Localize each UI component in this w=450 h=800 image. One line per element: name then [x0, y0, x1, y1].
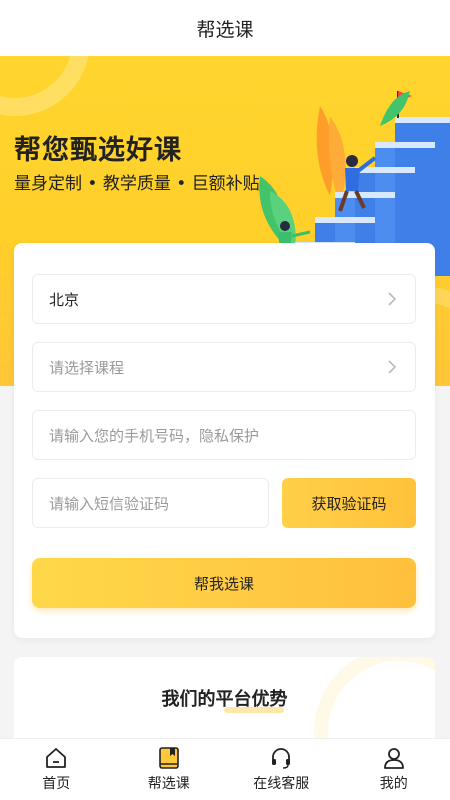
phone-placeholder: 请输入您的手机号码，隐私保护	[49, 426, 260, 445]
course-form-card: 北京 请选择课程 请输入您的手机号码，隐私保护 请输入短信验证码 获取验证码 帮…	[14, 243, 435, 638]
hero-title: 帮您甄选好课	[14, 135, 182, 166]
phone-input[interactable]: 请输入您的手机号码，隐私保护	[32, 410, 416, 460]
decorative-arc	[0, 56, 90, 116]
city-value: 北京	[49, 290, 80, 309]
city-select[interactable]: 北京	[32, 274, 416, 324]
sms-code-input[interactable]: 请输入短信验证码	[32, 478, 269, 528]
sms-code-placeholder: 请输入短信验证码	[49, 494, 170, 513]
top-nav-bar: 帮选课	[0, 0, 450, 56]
headset-icon	[272, 748, 291, 769]
tab-profile[interactable]: 我的	[338, 739, 450, 800]
submit-button[interactable]: 帮我选课	[32, 558, 416, 608]
tab-label: 首页	[42, 776, 71, 792]
home-icon	[46, 748, 67, 768]
get-code-button[interactable]: 获取验证码	[282, 478, 416, 528]
book-icon	[158, 747, 179, 769]
course-placeholder: 请选择课程	[49, 358, 125, 377]
chevron-right-icon	[388, 360, 397, 374]
tab-label: 在线客服	[253, 776, 310, 792]
chevron-right-icon	[388, 292, 397, 306]
tab-label: 我的	[379, 776, 408, 792]
advantages-title: 我们的平台优势	[161, 689, 288, 710]
page-title: 帮选课	[196, 18, 254, 41]
user-icon	[383, 748, 404, 769]
tab-home[interactable]: 首页	[0, 739, 113, 800]
tab-customer-service[interactable]: 在线客服	[225, 739, 338, 800]
tab-course-select[interactable]: 帮选课	[113, 739, 226, 800]
bottom-tab-bar: 首页 帮选课 在线客服 我的	[0, 738, 450, 800]
hero-subtitle: 量身定制 • 教学质量 • 巨额补贴	[14, 174, 260, 194]
tab-label: 帮选课	[147, 776, 190, 792]
course-select[interactable]: 请选择课程	[32, 342, 416, 392]
